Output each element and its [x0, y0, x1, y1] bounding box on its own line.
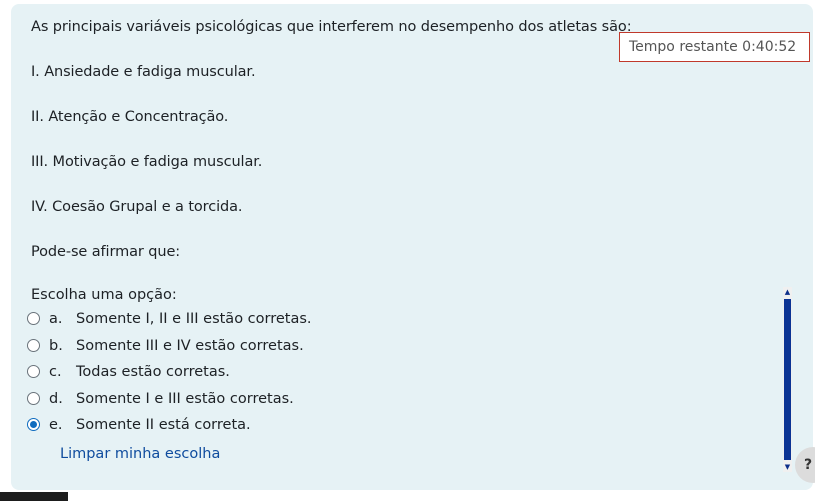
option-b-letter: b. [49, 338, 63, 354]
statement-1: I. Ansiedade e fadiga muscular. [31, 64, 256, 80]
scrollbar[interactable]: ▲ ▼ [783, 287, 792, 472]
scroll-down-arrow-icon[interactable]: ▼ [783, 462, 792, 472]
statement-3: III. Motivação e fadiga muscular. [31, 154, 263, 170]
clear-choice-link[interactable]: Limpar minha escolha [60, 444, 220, 464]
time-remaining-badge: Tempo restante 0:40:52 [619, 32, 810, 62]
question-intro: As principais variáveis psicológicas que… [31, 19, 632, 35]
option-a-letter: a. [49, 311, 63, 327]
option-e-radio[interactable] [27, 418, 40, 431]
option-e-letter: e. [49, 417, 63, 433]
option-b-radio[interactable] [27, 339, 40, 352]
option-c-radio[interactable] [27, 365, 40, 378]
bottom-edge-tab [0, 492, 68, 501]
option-b-text: Somente III e IV estão corretas. [76, 338, 304, 354]
option-d-text: Somente I e III estão corretas. [76, 391, 294, 407]
option-c-letter: c. [49, 364, 62, 380]
statement-2: II. Atenção e Concentração. [31, 109, 229, 125]
option-d-radio[interactable] [27, 392, 40, 405]
question-conclusion: Pode-se afirmar que: [31, 244, 181, 260]
scroll-thumb[interactable] [784, 299, 791, 460]
option-d-letter: d. [49, 391, 63, 407]
answer-prompt: Escolha uma opção: [31, 287, 177, 303]
option-a-radio[interactable] [27, 312, 40, 325]
scroll-up-arrow-icon[interactable]: ▲ [783, 287, 792, 297]
statement-4: IV. Coesão Grupal e a torcida. [31, 199, 243, 215]
option-c-text: Todas estão corretas. [76, 364, 230, 380]
option-e-text: Somente II está correta. [76, 417, 251, 433]
option-a-text: Somente I, II e III estão corretas. [76, 311, 312, 327]
